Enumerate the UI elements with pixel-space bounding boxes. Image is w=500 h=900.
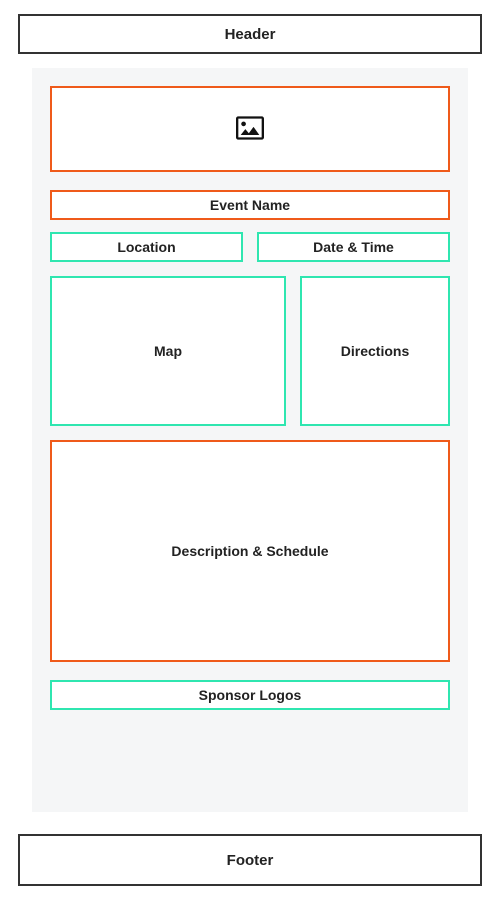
location-label: Location xyxy=(117,239,175,255)
date-time-box: Date & Time xyxy=(257,232,450,262)
description-box: Description & Schedule xyxy=(50,440,450,662)
sponsors-box: Sponsor Logos xyxy=(50,680,450,710)
sponsors-label: Sponsor Logos xyxy=(199,687,302,703)
map-row: Map Directions xyxy=(50,276,450,426)
header-section: Header xyxy=(18,14,482,54)
directions-label: Directions xyxy=(341,343,409,359)
location-box: Location xyxy=(50,232,243,262)
image-placeholder-icon xyxy=(236,116,264,143)
map-label: Map xyxy=(154,343,182,359)
footer-section: Footer xyxy=(18,834,482,886)
date-time-label: Date & Time xyxy=(313,239,394,255)
event-name-label: Event Name xyxy=(210,197,290,213)
map-box: Map xyxy=(50,276,286,426)
hero-image-box xyxy=(50,86,450,172)
event-name-box: Event Name xyxy=(50,190,450,220)
footer-label: Footer xyxy=(227,852,274,869)
directions-box: Directions xyxy=(300,276,450,426)
meta-row: Location Date & Time xyxy=(50,232,450,262)
description-label: Description & Schedule xyxy=(171,543,328,559)
main-content: Event Name Location Date & Time Map Dire… xyxy=(32,68,468,812)
header-label: Header xyxy=(225,26,276,43)
